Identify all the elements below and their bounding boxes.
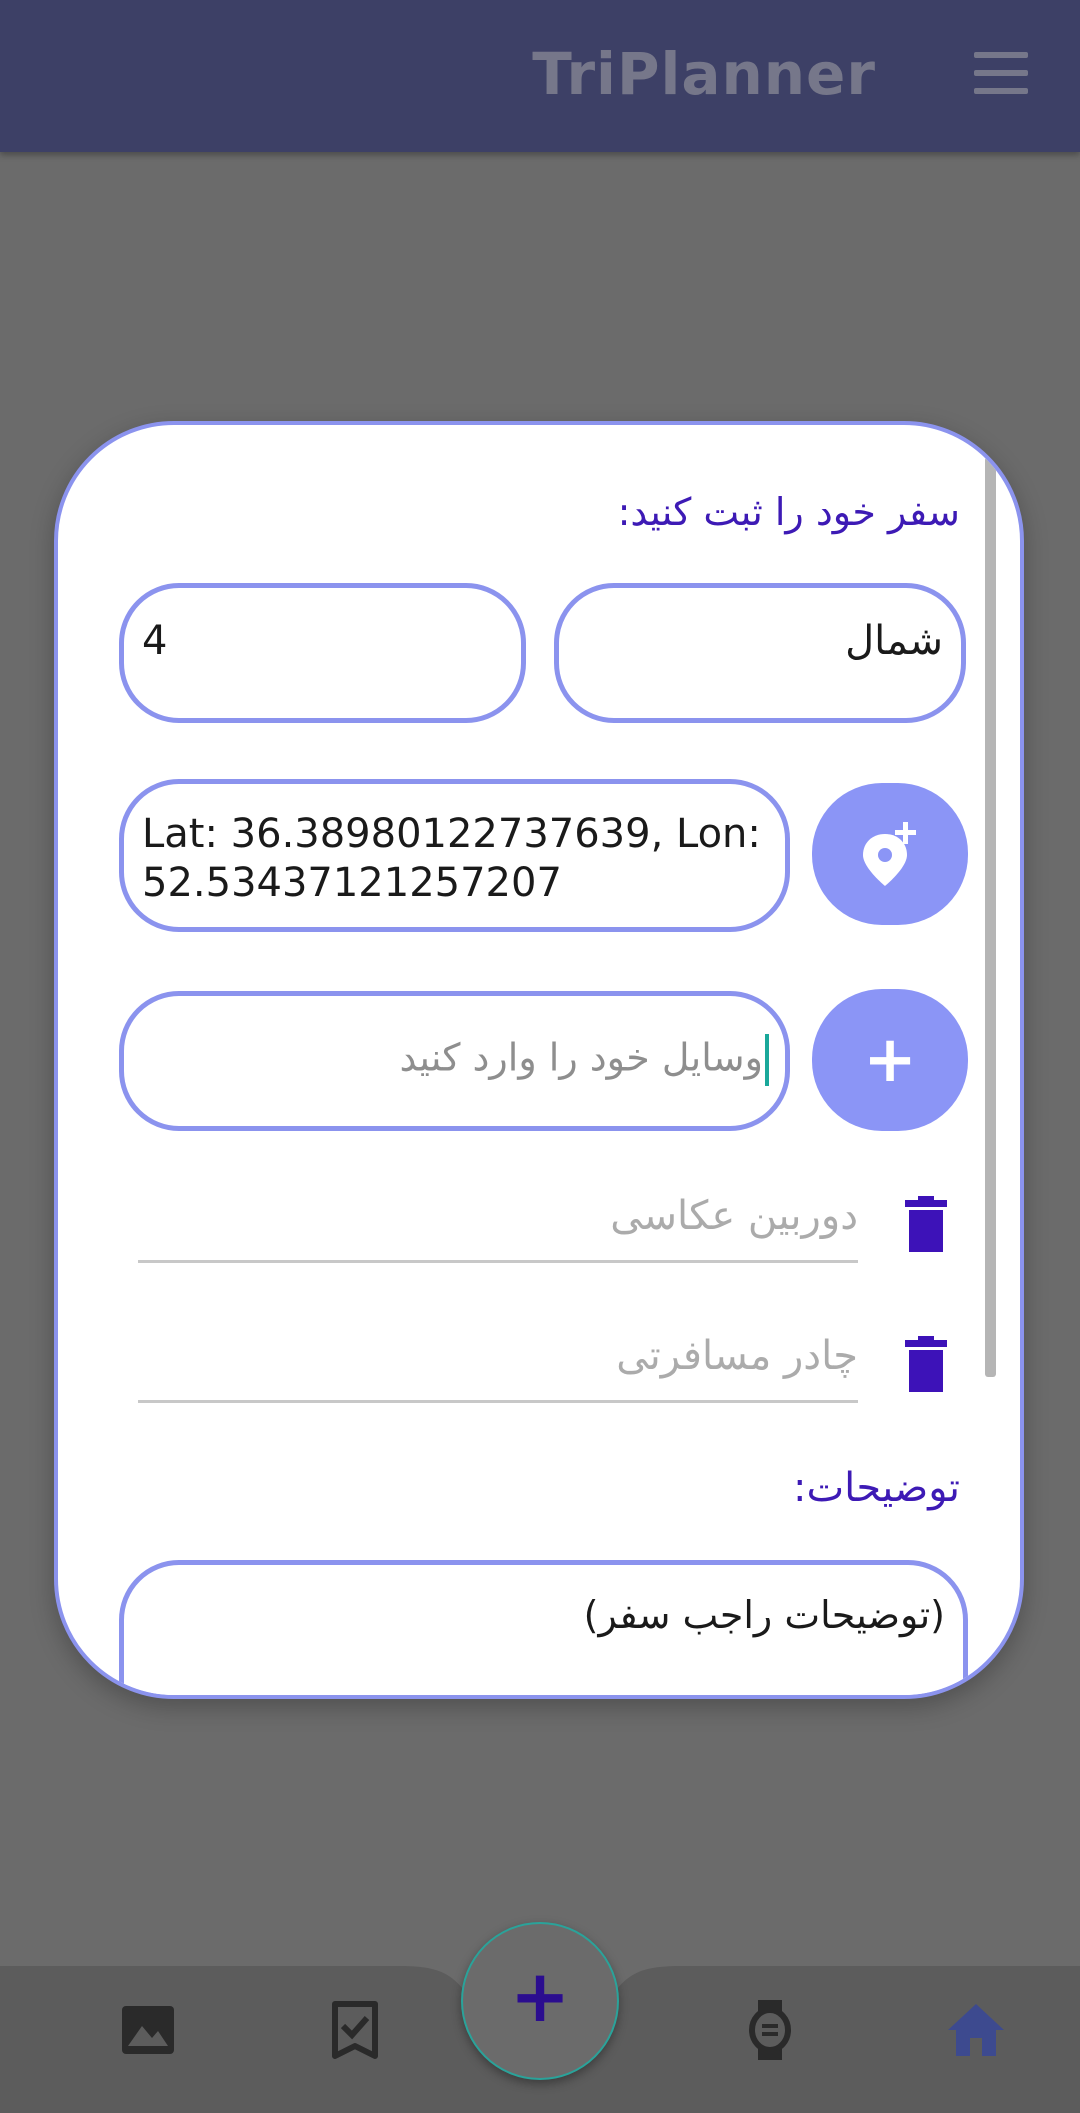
- item-label: دوربین عکاسی: [610, 1193, 858, 1239]
- plus-icon: +: [863, 1023, 917, 1097]
- trip-form-dialog: سفر خود را ثبت کنید: 4 شمال Lat: 36.3898…: [54, 421, 1024, 1699]
- destination-field[interactable]: شمال: [554, 583, 966, 723]
- description-label: توضیحات:: [793, 1465, 960, 1511]
- image-icon[interactable]: [118, 2000, 178, 2060]
- home-icon[interactable]: [946, 2000, 1006, 2060]
- form-heading: سفر خود را ثبت کنید:: [617, 490, 960, 534]
- add-location-button[interactable]: [812, 783, 968, 925]
- text-caret: [765, 1034, 769, 1086]
- trash-icon[interactable]: [903, 1336, 949, 1392]
- add-icon: +: [509, 1954, 571, 2038]
- description-field[interactable]: (توضیحات راجب سفر): [119, 1560, 968, 1695]
- scrollbar[interactable]: [985, 457, 996, 1377]
- list-item: دوربین عکاسی: [138, 1183, 858, 1263]
- add-location-icon: [863, 822, 916, 886]
- item-label: چادر مسافرتی: [616, 1333, 858, 1379]
- location-field[interactable]: Lat: 36.38980122737639, Lon: 52.53437121…: [119, 779, 790, 932]
- count-field[interactable]: 4: [119, 583, 526, 723]
- add-item-button[interactable]: +: [812, 989, 968, 1131]
- watch-icon[interactable]: [740, 2000, 800, 2060]
- add-trip-fab[interactable]: +: [461, 1922, 619, 2080]
- item-input[interactable]: وسایل خود را وارد کنید: [119, 991, 790, 1131]
- trash-icon[interactable]: [903, 1196, 949, 1252]
- checklist-icon[interactable]: [325, 2000, 385, 2060]
- app-title: TriPlanner: [532, 40, 876, 108]
- list-item: چادر مسافرتی: [138, 1323, 858, 1403]
- app-bar: TriPlanner: [0, 0, 1080, 152]
- menu-icon[interactable]: [974, 52, 1028, 94]
- item-placeholder: وسایل خود را وارد کنید: [399, 1035, 763, 1080]
